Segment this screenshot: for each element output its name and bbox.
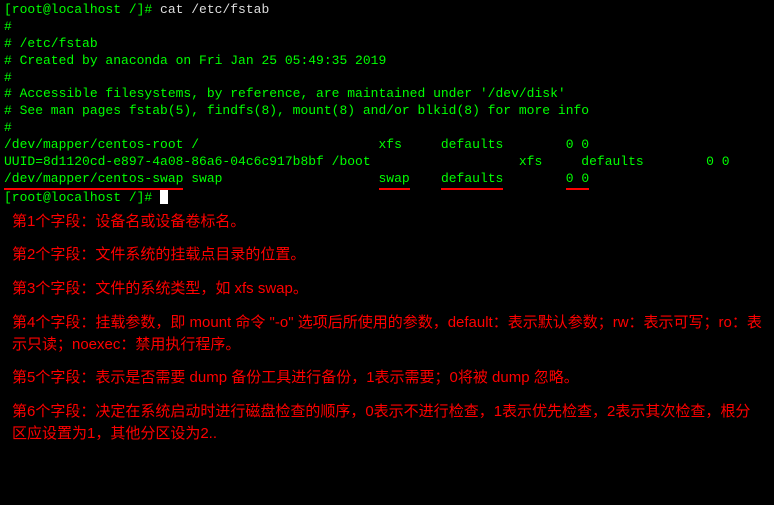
fstab-opts-underlined: defaults [441,171,503,190]
fstab-comment: # [4,19,770,36]
note-field-4: 第4个字段：挂载参数，即 mount 命令 "-o" 选项后所使用的参数，def… [12,312,762,356]
fstab-entry: /dev/mapper/centos-swap swap swap defaul… [4,171,770,190]
fstab-comment: # See man pages fstab(5), findfs(8), mou… [4,103,770,120]
note-field-1: 第1个字段：设备名或设备卷标名。 [12,211,762,233]
note-field-3: 第3个字段：文件的系统类型，如 xfs swap。 [12,278,762,300]
fstab-mountpoint: swap [191,171,222,186]
prompt: [root@localhost /]# [4,190,160,205]
note-field-5: 第5个字段：表示是否需要 dump 备份工具进行备份，1表示需要；0将被 dum… [12,367,762,389]
prompt: [root@localhost /]# [4,2,160,17]
fstab-fstype-underlined: swap [379,171,410,190]
fstab-dump-pass-underlined: 0 0 [566,171,589,190]
command: cat /etc/fstab [160,2,269,17]
fstab-entry: UUID=8d1120cd-e897-4a08-86a6-04c6c917b8b… [4,154,770,171]
note-field-6: 第6个字段：决定在系统启动时进行磁盘检查的顺序，0表示不进行检查，1表示优先检查… [12,401,762,445]
fstab-comment: # [4,120,770,137]
fstab-device-underlined: /dev/mapper/centos-swap [4,171,183,190]
note-field-2: 第2个字段：文件系统的挂载点目录的位置。 [12,244,762,266]
fstab-comment: # Accessible filesystems, by reference, … [4,86,770,103]
fstab-comment: # Created by anaconda on Fri Jan 25 05:4… [4,53,770,70]
cursor[interactable] [160,190,168,204]
fstab-comment: # /etc/fstab [4,36,770,53]
fstab-comment: # [4,70,770,87]
annotation-notes: 第1个字段：设备名或设备卷标名。 第2个字段：文件系统的挂载点目录的位置。 第3… [4,207,770,445]
terminal-output: [root@localhost /]# cat /etc/fstab # # /… [4,2,770,207]
fstab-entry: /dev/mapper/centos-root / xfs defaults 0… [4,137,770,154]
